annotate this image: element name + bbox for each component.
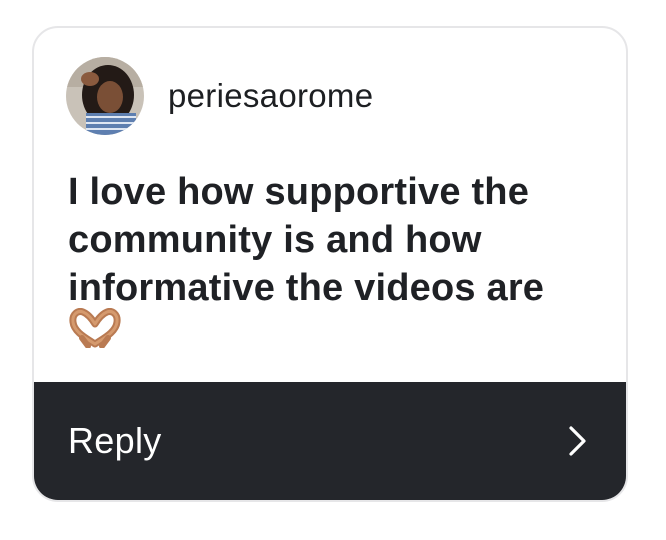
comment-text: I love how supportive the community is a… [68,171,545,309]
username[interactable]: periesaorome [168,77,373,115]
comment-header: periesaorome [66,56,373,136]
heart-hands-emoji-icon [68,308,122,349]
avatar[interactable] [66,57,144,135]
reply-label: Reply [68,420,162,461]
profile-photo-icon [66,57,144,135]
chevron-right-icon [568,425,588,457]
comment-card: periesaorome I love how supportive the c… [32,26,628,502]
reply-button[interactable]: Reply [34,382,626,500]
